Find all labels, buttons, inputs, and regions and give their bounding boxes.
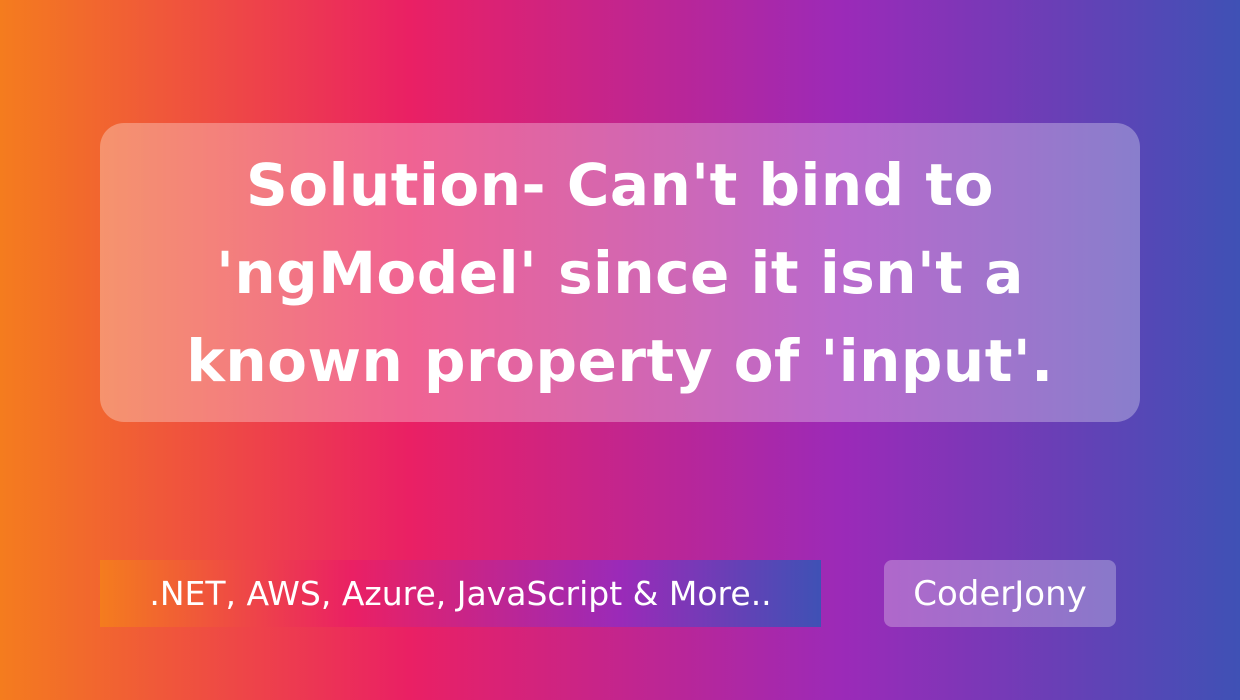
page-title: Solution- Can't bind to 'ngModel' since … <box>186 141 1053 405</box>
title-card: Solution- Can't bind to 'ngModel' since … <box>100 123 1140 422</box>
topics-banner: .NET, AWS, Azure, JavaScript & More.. <box>100 560 821 627</box>
title-line-2: 'ngModel' since it isn't a <box>216 238 1024 307</box>
brand-name: CoderJony <box>913 573 1087 614</box>
topics-label: .NET, AWS, Azure, JavaScript & More.. <box>149 574 772 613</box>
brand-badge: CoderJony <box>884 560 1116 627</box>
title-line-1: Solution- Can't bind to <box>246 150 994 219</box>
title-line-3: known property of 'input'. <box>186 326 1054 395</box>
